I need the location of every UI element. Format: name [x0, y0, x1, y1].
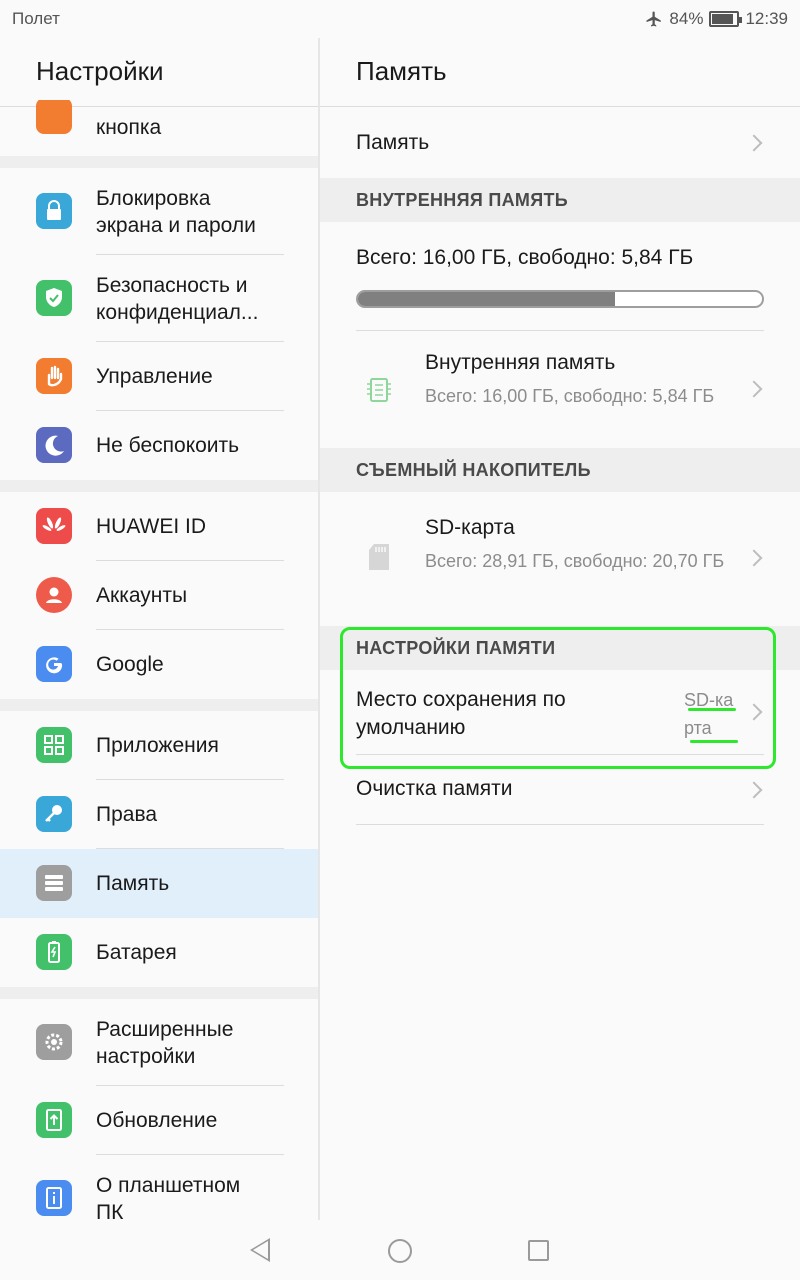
sidebar-item-label: Права — [96, 803, 158, 826]
back-icon[interactable] — [250, 1238, 270, 1262]
chevron-right-icon — [745, 134, 763, 152]
sidebar-item-advanced[interactable]: Расширенные настройки — [0, 999, 318, 1086]
sidebar-item-label: Не беспокоить — [96, 434, 240, 457]
google-icon — [36, 646, 72, 682]
sidebar-item-label: Память — [96, 872, 170, 895]
internal-item-subtitle: Всего: 16,00 ГБ, свободно: 5,84 ГБ — [425, 386, 715, 406]
battery-percent: 84% — [669, 9, 704, 28]
account-icon — [36, 577, 72, 613]
chevron-right-icon — [745, 703, 763, 721]
sd-card-icon — [369, 544, 389, 570]
recent-apps-icon[interactable] — [528, 1240, 549, 1261]
sidebar-item-label: конфиденциал... — [96, 301, 259, 324]
sidebar-item-battery[interactable]: Батарея — [0, 918, 318, 987]
chip-icon — [367, 378, 391, 402]
sidebar-item-storage[interactable]: Память — [0, 849, 318, 918]
storage-cleanup-label: Очистка памяти — [356, 777, 513, 800]
sidebar-item-about[interactable]: О планшетном ПК — [0, 1155, 318, 1220]
lock-icon — [36, 193, 72, 229]
sidebar-item-label: О планшетном — [96, 1174, 241, 1197]
airplane-icon — [646, 11, 662, 27]
memory-row[interactable]: Память — [320, 107, 800, 178]
annotation-underline — [688, 708, 736, 711]
internal-summary-text: Всего: 16,00 ГБ, свободно: 5,84 ГБ — [356, 246, 694, 269]
sidebar-item-label: кнопка — [96, 116, 162, 139]
internal-storage-summary: Всего: 16,00 ГБ, свободно: 5,84 ГБ — [320, 222, 800, 330]
key-icon — [36, 796, 72, 832]
sidebar-item-update[interactable]: Обновление — [0, 1086, 318, 1155]
status-mode-text: Полет — [12, 9, 60, 28]
annotation-underline — [690, 740, 738, 743]
storage-icon — [36, 865, 72, 901]
chevron-right-icon — [745, 781, 763, 799]
huawei-logo-icon — [36, 508, 72, 544]
sidebar-item-label: Аккаунты — [96, 584, 188, 607]
internal-storage-item[interactable]: Внутренняя память Всего: 16,00 ГБ, свобо… — [320, 331, 800, 448]
storage-usage-bar — [356, 290, 764, 308]
battery-icon — [709, 11, 743, 27]
chevron-right-icon — [745, 549, 763, 567]
sd-card-item[interactable]: SD-карта Всего: 28,91 ГБ, свободно: 20,7… — [320, 492, 800, 616]
page-title: Настройки — [36, 56, 164, 86]
storage-panel: Память Память ВНУТРЕННЯЯ ПАМЯТЬ Всего: 1… — [320, 38, 800, 1220]
default-location-value: SD-карта — [684, 690, 734, 738]
update-icon — [36, 1102, 72, 1138]
settings-sidebar: Настройки кнопка Блокировка экрана и пар… — [0, 38, 318, 1220]
shield-check-icon — [36, 280, 72, 316]
sidebar-item-label: Google — [96, 653, 164, 676]
moon-icon — [36, 427, 72, 463]
internal-item-title: Внутренняя память — [425, 351, 616, 374]
sidebar-item-label: Приложения — [96, 734, 219, 757]
section-header-removable: СЪЕМНЫЙ НАКОПИТЕЛЬ — [320, 448, 800, 492]
sidebar-item-label: экрана и пароли — [96, 214, 256, 237]
sidebar-item-partial[interactable]: кнопка — [0, 100, 318, 156]
sidebar-item-label: Управление — [96, 365, 213, 388]
sd-card-subtitle: Всего: 28,91 ГБ, свободно: 20,70 ГБ — [425, 551, 725, 571]
sidebar-item-security[interactable]: Безопасность и конфиденциал... — [0, 255, 318, 342]
clock: 12:39 — [745, 9, 788, 28]
status-bar: Полет 84% 12:39 — [0, 0, 800, 38]
sidebar-item-label: Расширенные — [96, 1018, 234, 1041]
navigation-bar — [0, 1220, 800, 1280]
sidebar-item-accounts[interactable]: Аккаунты — [0, 561, 318, 630]
sidebar-item-label: ПК — [96, 1201, 124, 1220]
sidebar-item-control[interactable]: Управление — [0, 342, 318, 411]
sidebar-item-label: настройки — [96, 1045, 196, 1068]
robot-icon — [36, 100, 72, 134]
sidebar-item-label: Блокировка — [96, 187, 211, 210]
sidebar-item-label: Безопасность и — [96, 274, 248, 297]
sidebar-item-permissions[interactable]: Права — [0, 780, 318, 849]
storage-cleanup-row[interactable]: Очистка памяти — [320, 755, 800, 824]
sidebar-item-lockscreen[interactable]: Блокировка экрана и пароли — [0, 168, 318, 255]
sidebar-item-huawei-id[interactable]: HUAWEI ID — [0, 492, 318, 561]
sidebar-item-label: Обновление — [96, 1109, 218, 1132]
sidebar-item-label: HUAWEI ID — [96, 515, 207, 538]
info-icon — [36, 1180, 72, 1216]
battery-icon — [36, 934, 72, 970]
chevron-right-icon — [745, 380, 763, 398]
sidebar-item-dnd[interactable]: Не беспокоить — [0, 411, 318, 480]
sidebar-item-google[interactable]: Google — [0, 630, 318, 699]
section-header-internal: ВНУТРЕННЯЯ ПАМЯТЬ — [320, 178, 800, 222]
apps-grid-icon — [36, 727, 72, 763]
sidebar-item-apps[interactable]: Приложения — [0, 711, 318, 780]
hand-icon — [36, 358, 72, 394]
sidebar-item-label: Батарея — [96, 941, 177, 964]
detail-title: Память — [356, 56, 447, 86]
gear-icon — [36, 1024, 72, 1060]
sd-card-title: SD-карта — [425, 516, 515, 539]
memory-row-label: Память — [356, 131, 430, 154]
home-icon[interactable] — [388, 1239, 412, 1263]
section-header-settings: НАСТРОЙКИ ПАМЯТИ — [320, 626, 800, 670]
default-location-label: Место сохранения по умолчанию — [356, 688, 566, 739]
